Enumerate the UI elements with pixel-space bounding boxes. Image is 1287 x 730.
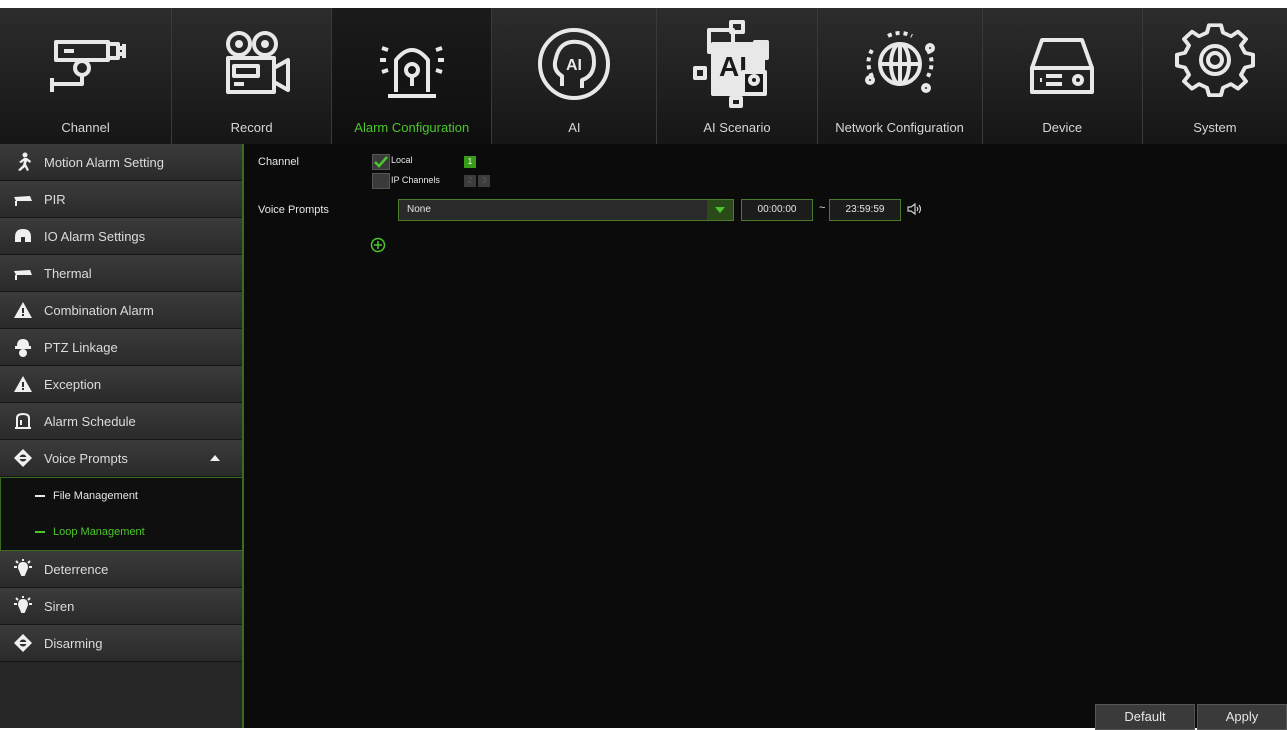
speaker-icon[interactable]	[906, 202, 922, 216]
voice-prompts-select[interactable]: None	[398, 199, 734, 221]
nav-label: Device	[1042, 120, 1083, 135]
ai-scenario-icon: AI	[689, 20, 785, 108]
voice-prompts-icon	[12, 447, 34, 469]
nav-ai[interactable]: AI AI	[492, 8, 658, 144]
ip-channel-button[interactable]: 3	[478, 175, 490, 187]
gear-icon	[1167, 20, 1263, 108]
nav-label: AI Scenario	[703, 120, 771, 135]
local-checkbox[interactable]	[372, 154, 390, 170]
sidebar-item-label: Thermal	[44, 265, 92, 281]
sidebar-item-combination-alarm[interactable]: Combination Alarm	[0, 292, 242, 329]
sidebar-item-label: IO Alarm Settings	[44, 228, 146, 244]
light-bulb-icon	[12, 595, 34, 617]
sidebar-item-siren[interactable]: Siren	[0, 588, 242, 625]
video-camera-icon	[204, 20, 300, 108]
ip-channels-label: IP Channels	[391, 175, 440, 185]
dash-icon	[35, 495, 45, 497]
sidebar-item-label: Combination Alarm	[44, 302, 154, 318]
nav-channel[interactable]: Channel	[0, 8, 173, 144]
ip-channel-button[interactable]: 2	[464, 175, 476, 187]
sidebar-item-exception[interactable]: Exception	[0, 366, 242, 403]
nav-network-configuration[interactable]: Network Configuration	[818, 8, 983, 144]
sidebar-subitem-label: File Management	[53, 490, 138, 502]
light-bulb-icon	[12, 558, 34, 580]
nav-label: Record	[230, 120, 273, 135]
time-separator: ~	[819, 202, 826, 214]
sidebar-subitem-label: Loop Management	[53, 526, 145, 538]
nav-device[interactable]: Device	[983, 8, 1143, 144]
sidebar-item-label: PTZ Linkage	[44, 339, 118, 355]
main-panel: Channel Local 1 IP Channels 2 3 Voice Pr…	[244, 144, 1287, 728]
dash-icon	[35, 531, 45, 533]
globe-network-icon	[852, 20, 948, 108]
thermal-camera-icon	[12, 262, 34, 284]
sidebar-subitem-loop-management[interactable]: Loop Management	[1, 514, 242, 550]
hard-drive-icon	[1014, 20, 1110, 108]
apply-button[interactable]: Apply	[1197, 704, 1287, 730]
sidebar: Motion Alarm Setting PIR IO Alarm Settin…	[0, 144, 244, 728]
local-label: Local	[391, 155, 413, 165]
chevron-down-icon[interactable]	[707, 200, 733, 220]
sidebar-item-label: Siren	[44, 598, 75, 614]
add-icon[interactable]	[370, 237, 386, 253]
sidebar-item-voice-prompts[interactable]: Voice Prompts	[0, 440, 242, 477]
sidebar-item-disarming[interactable]: Disarming	[0, 625, 242, 662]
sidebar-item-motion-alarm-setting[interactable]: Motion Alarm Setting	[0, 144, 242, 181]
sidebar-item-label: Deterrence	[44, 561, 109, 577]
sidebar-item-label: PIR	[44, 191, 66, 207]
pir-sensor-icon	[12, 188, 34, 210]
voice-prompts-submenu: File Management Loop Management	[0, 477, 242, 551]
sidebar-item-thermal[interactable]: Thermal	[0, 255, 242, 292]
sidebar-item-label: Disarming	[44, 635, 103, 651]
start-time-input[interactable]: 00:00:00	[741, 199, 813, 221]
end-time-input[interactable]: 23:59:59	[829, 199, 901, 221]
default-button[interactable]: Default	[1095, 704, 1195, 730]
nav-label: Network Configuration	[835, 120, 964, 135]
io-alarm-icon	[12, 225, 34, 247]
svg-text:AI: AI	[566, 57, 582, 74]
sidebar-subitem-file-management[interactable]: File Management	[1, 478, 242, 514]
nav-label: Alarm Configuration	[354, 120, 470, 135]
nav-label: System	[1193, 120, 1237, 135]
nav-ai-scenario[interactable]: AI AI Scenario	[657, 8, 818, 144]
cctv-camera-icon	[38, 20, 134, 108]
sidebar-item-alarm-schedule[interactable]: Alarm Schedule	[0, 403, 242, 440]
local-channel-button[interactable]: 1	[464, 156, 476, 168]
top-navigation: Channel Record Alarm Configuration AI AI…	[0, 8, 1287, 144]
ip-channels-checkbox[interactable]	[372, 173, 390, 189]
alarm-siren-icon	[364, 20, 460, 108]
sidebar-item-label: Exception	[44, 376, 102, 392]
running-man-icon	[12, 151, 34, 173]
sidebar-item-label: Alarm Schedule	[44, 413, 136, 429]
warning-triangle-icon	[12, 373, 34, 395]
sidebar-item-label: Voice Prompts	[44, 450, 128, 466]
nav-label: Channel	[61, 120, 110, 135]
sidebar-item-pir[interactable]: PIR	[0, 181, 242, 218]
voice-prompts-value: None	[407, 204, 431, 215]
app-window: Channel Record Alarm Configuration AI AI…	[0, 8, 1287, 730]
ptz-camera-icon	[12, 336, 34, 358]
nav-record[interactable]: Record	[172, 8, 333, 144]
sidebar-item-ptz-linkage[interactable]: PTZ Linkage	[0, 329, 242, 366]
nav-system[interactable]: System	[1143, 8, 1287, 144]
sidebar-item-label: Motion Alarm Setting	[44, 154, 164, 170]
ai-head-icon: AI	[526, 20, 622, 108]
voice-prompts-label: Voice Prompts	[258, 204, 329, 216]
alarm-bell-icon	[12, 410, 34, 432]
disarming-icon	[12, 632, 34, 654]
nav-alarm-configuration[interactable]: Alarm Configuration	[332, 8, 493, 144]
nav-label: AI	[568, 120, 581, 135]
channel-label: Channel	[258, 156, 299, 168]
sidebar-item-deterrence[interactable]: Deterrence	[0, 551, 242, 588]
warning-triangle-icon	[12, 299, 34, 321]
chevron-up-icon[interactable]	[208, 451, 222, 465]
sidebar-item-io-alarm-settings[interactable]: IO Alarm Settings	[0, 218, 242, 255]
